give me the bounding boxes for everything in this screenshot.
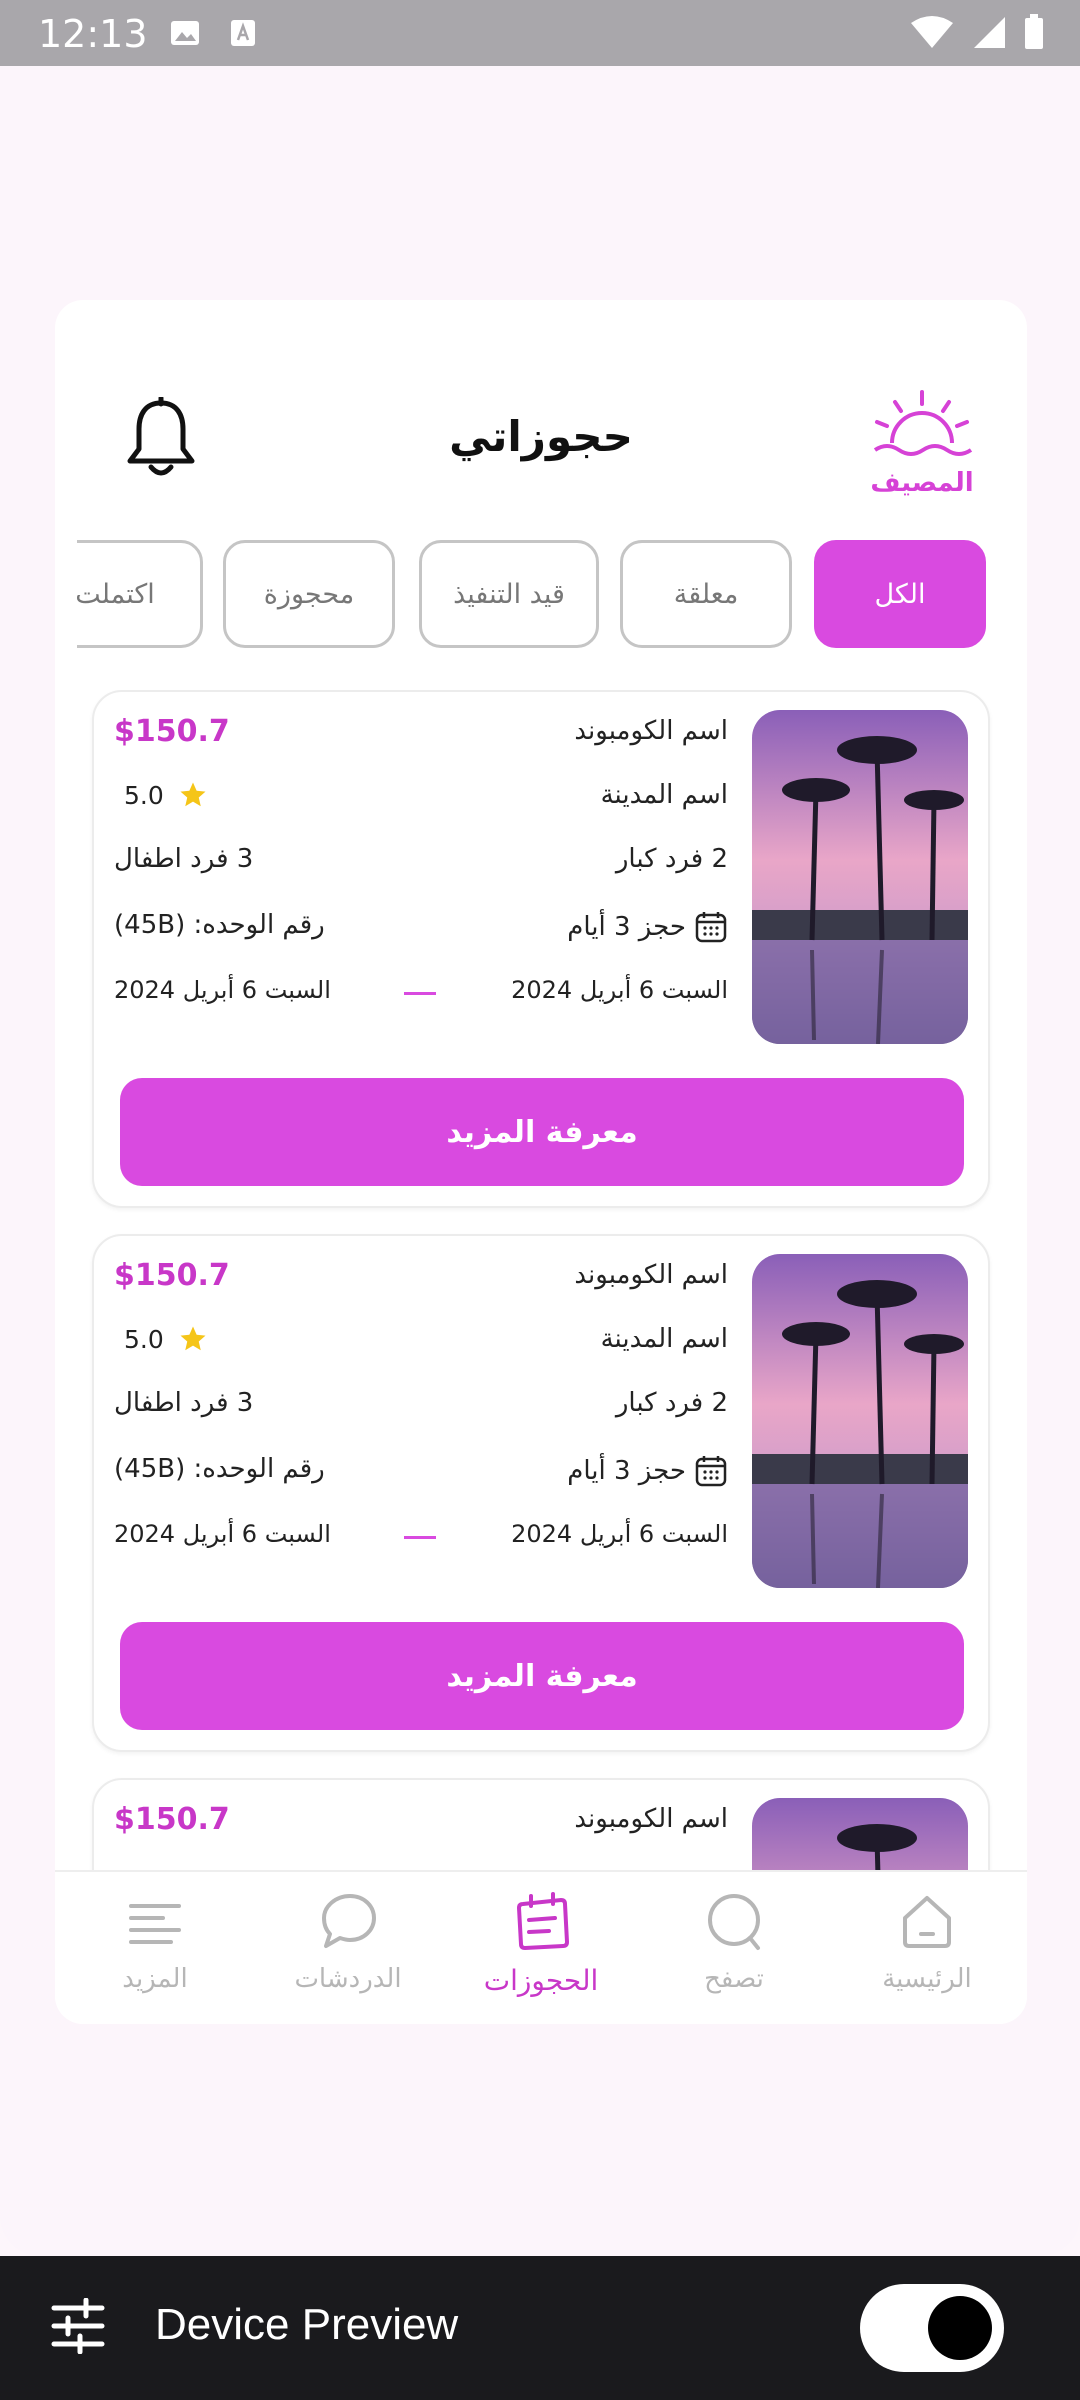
booking-price: $150.7 xyxy=(114,714,230,749)
chat-icon xyxy=(322,1894,376,1948)
status-filter-tabs: الكل معلقة قيد التنفيذ محجوزة اكتملت xyxy=(77,540,1005,650)
tab-completed[interactable]: اكتملت xyxy=(77,540,203,648)
image-notification-icon xyxy=(171,21,199,45)
adults-count: 2 فرد كبار xyxy=(615,844,728,874)
star-icon xyxy=(180,782,206,807)
tab-booked[interactable]: محجوزة xyxy=(223,540,395,648)
end-date: السبت 6 أبريل 2024 xyxy=(114,1520,331,1548)
star-icon xyxy=(180,1326,206,1351)
compound-photo xyxy=(752,710,968,1044)
battery-icon xyxy=(1025,14,1043,49)
learn-more-button[interactable]: معرفة المزيد xyxy=(120,1078,964,1186)
toggle-knob xyxy=(928,2296,992,2360)
booking-price: $150.7 xyxy=(114,1802,230,1837)
status-time: 12:13 xyxy=(38,12,148,56)
app-frame: حجوزاتي المصيف الكل معلقة قيد التنفيذ مح… xyxy=(55,300,1027,2024)
nav-more[interactable]: المزيد xyxy=(65,1890,245,1994)
sliders-icon[interactable] xyxy=(50,2298,106,2354)
unit-number: رقم الوحده: (45B) xyxy=(114,1454,325,1484)
nav-bookings-label: الحجوزات xyxy=(483,1964,599,1997)
nav-more-label: المزيد xyxy=(122,1964,188,1994)
bookings-icon xyxy=(516,1892,570,1951)
compound-photo xyxy=(752,1798,968,1870)
start-date: السبت 6 أبريل 2024 xyxy=(511,976,728,1004)
booking-price: $150.7 xyxy=(114,1258,230,1293)
sun-logo-icon xyxy=(873,390,973,456)
booking-card: $150.7 اسم الكومبوند اسم المدينة 5.0 2 ف… xyxy=(92,1234,990,1752)
learn-more-button[interactable]: معرفة المزيد xyxy=(120,1622,964,1730)
nav-bookings[interactable]: الحجوزات xyxy=(451,1890,631,1997)
nav-chats-label: الدردشات xyxy=(294,1964,402,1994)
status-system-icons xyxy=(910,14,1044,50)
duration-label: حجز 3 أيام xyxy=(567,1456,686,1486)
nav-home[interactable]: الرئيسية xyxy=(837,1890,1017,1994)
status-notification-icons xyxy=(170,18,256,48)
bookings-list: $150.7 اسم الكومبوند اسم المدينة 5.0 2 ف… xyxy=(55,690,1027,1870)
compound-photo xyxy=(752,1254,968,1588)
menu-icon xyxy=(129,1904,181,1944)
booking-duration: حجز 3 أيام xyxy=(567,910,728,944)
date-range-separator xyxy=(404,1536,436,1539)
wifi-icon xyxy=(911,16,953,48)
children-count: 3 فرد اطفال xyxy=(114,1388,254,1418)
compound-name: اسم الكومبوند xyxy=(574,716,728,746)
rating: 5.0 xyxy=(124,1324,208,1354)
brand-logo-text: المصيف xyxy=(870,468,974,498)
booking-duration: حجز 3 أيام xyxy=(567,1454,728,1488)
adults-count: 2 فرد كبار xyxy=(615,1388,728,1418)
status-bar: 12:13 xyxy=(0,0,1080,66)
brand-logo: المصيف xyxy=(867,388,977,498)
nav-chats[interactable]: الدردشات xyxy=(258,1890,438,1994)
home-icon xyxy=(903,1896,951,1948)
unit-number: رقم الوحده: (45B) xyxy=(114,910,325,940)
booking-card: $150.7 اسم الكومبوند اسم المدينة 5.0 2 ف… xyxy=(92,690,990,1208)
rating: 5.0 xyxy=(124,780,208,810)
rating-value: 5.0 xyxy=(124,780,164,810)
duration-label: حجز 3 أيام xyxy=(567,912,686,942)
font-notification-icon xyxy=(231,20,255,46)
nav-browse[interactable]: تصفح xyxy=(644,1890,824,1994)
city-name: اسم المدينة xyxy=(600,1324,728,1354)
nav-browse-label: تصفح xyxy=(704,1964,764,1994)
start-date: السبت 6 أبريل 2024 xyxy=(511,1520,728,1548)
calendar-icon xyxy=(695,1456,727,1487)
compound-name: اسم الكومبوند xyxy=(574,1260,728,1290)
date-range-separator xyxy=(404,992,436,995)
device-preview-bar: Device Preview xyxy=(0,2256,1080,2400)
calendar-icon xyxy=(695,912,727,943)
device-preview-label: Device Preview xyxy=(155,2300,459,2349)
tab-pending[interactable]: معلقة xyxy=(620,540,792,648)
end-date: السبت 6 أبريل 2024 xyxy=(114,976,331,1004)
rating-value: 5.0 xyxy=(124,1324,164,1354)
tab-all[interactable]: الكل xyxy=(814,540,986,648)
compound-name: اسم الكومبوند xyxy=(574,1804,728,1834)
bottom-navigation: الرئيسية تصفح الحجوزات الدردشات المزيد xyxy=(55,1870,1027,2024)
search-icon xyxy=(708,1894,760,1950)
city-name: اسم المدينة xyxy=(600,780,728,810)
signal-icon xyxy=(974,17,1005,48)
device-preview-toggle[interactable] xyxy=(860,2284,1004,2372)
children-count: 3 فرد اطفال xyxy=(114,844,254,874)
nav-home-label: الرئيسية xyxy=(882,1964,972,1994)
booking-card: $150.7 اسم الكومبوند xyxy=(92,1778,990,1870)
app-header: حجوزاتي المصيف xyxy=(55,300,1027,530)
tab-in-progress[interactable]: قيد التنفيذ xyxy=(419,540,599,648)
